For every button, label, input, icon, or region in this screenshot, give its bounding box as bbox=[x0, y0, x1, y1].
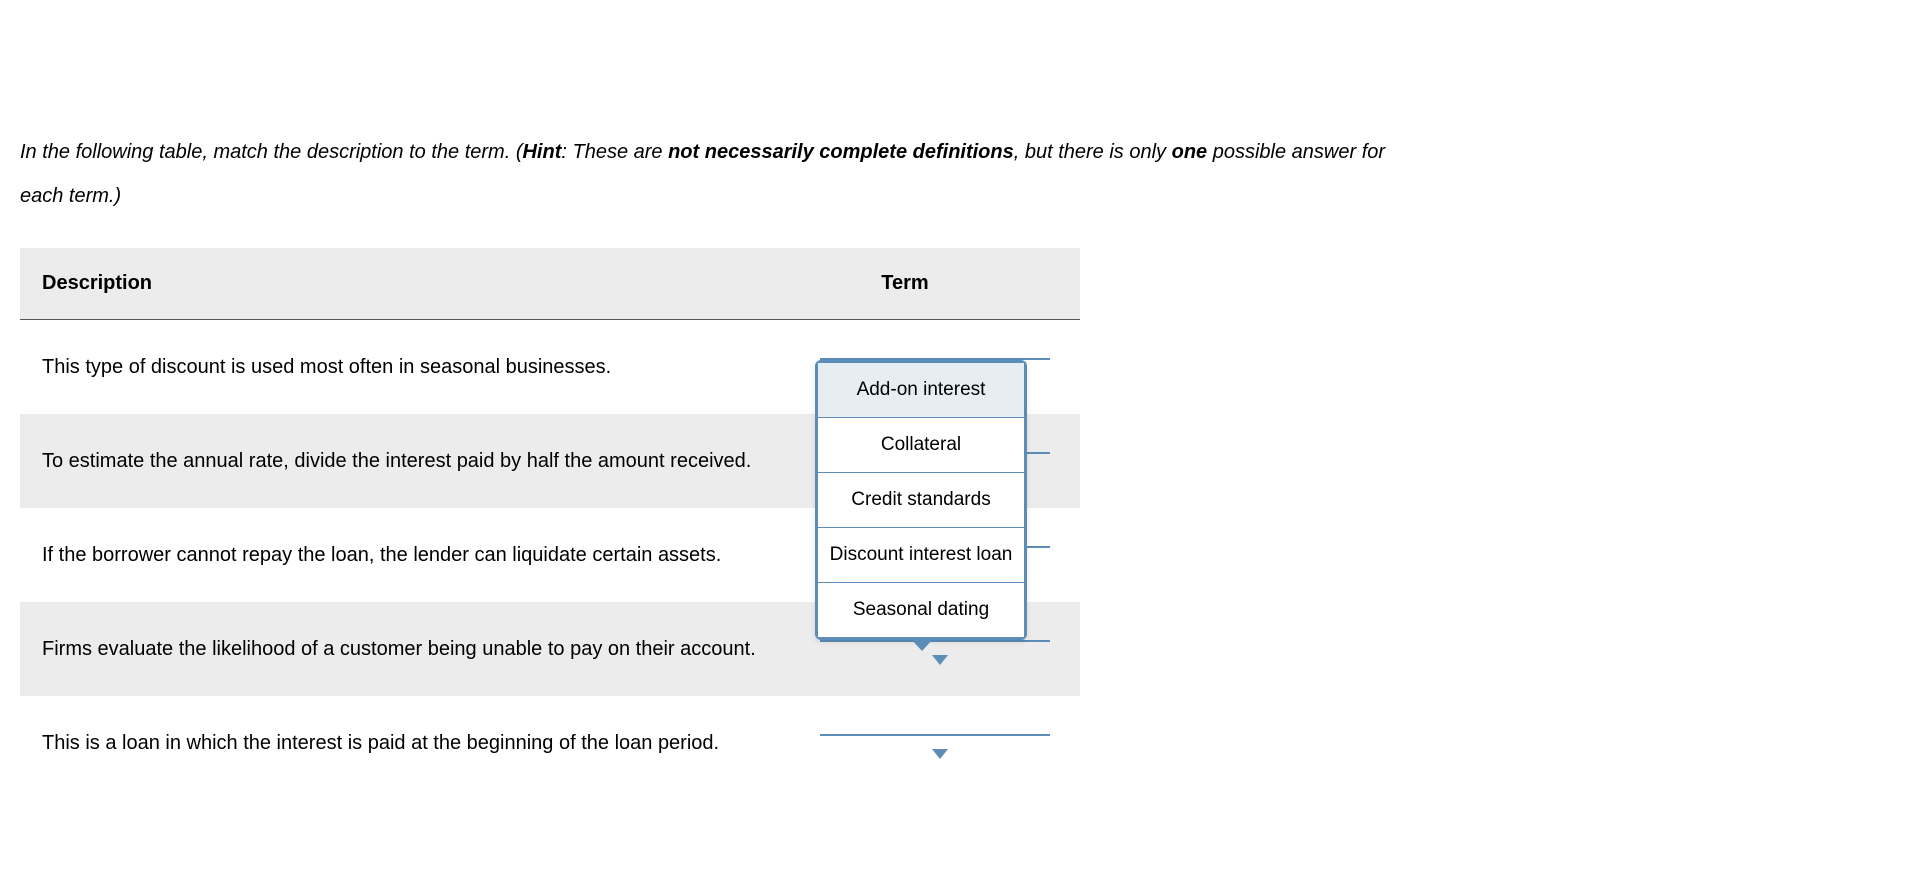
instr-mid2: , but there is only bbox=[1014, 141, 1172, 163]
description-cell: If the borrower cannot repay the loan, t… bbox=[20, 508, 790, 602]
instructions-text: In the following table, match the descri… bbox=[20, 130, 1420, 218]
description-cell: This type of discount is used most often… bbox=[20, 320, 790, 415]
matching-table-wrap: Description Term This type of discount i… bbox=[20, 248, 1080, 790]
header-term: Term bbox=[790, 248, 1080, 320]
page-root: In the following table, match the descri… bbox=[0, 0, 1919, 810]
dropdown-option[interactable]: Add-on interest bbox=[818, 363, 1024, 418]
dropdown-option[interactable]: Seasonal dating bbox=[818, 583, 1024, 637]
dropdown-option[interactable]: Credit standards bbox=[818, 473, 1024, 528]
dropdown-option[interactable]: Collateral bbox=[818, 418, 1024, 473]
description-cell: This is a loan in which the interest is … bbox=[20, 696, 790, 790]
term-dropdown-menu[interactable]: Add-on interest Collateral Credit standa… bbox=[815, 360, 1027, 640]
chevron-down-icon[interactable] bbox=[932, 749, 948, 761]
instr-bold1: not necessarily complete definitions bbox=[668, 141, 1014, 163]
chevron-down-icon[interactable] bbox=[932, 655, 948, 667]
instr-mid1: : These are bbox=[561, 141, 668, 163]
term-select[interactable] bbox=[820, 352, 1050, 360]
instr-bold2: one bbox=[1172, 141, 1208, 163]
instr-pre: In the following table, match the descri… bbox=[20, 141, 522, 163]
instr-hint-label: Hint bbox=[522, 141, 561, 163]
dropdown-option[interactable]: Discount interest loan bbox=[818, 528, 1024, 583]
description-cell: To estimate the annual rate, divide the … bbox=[20, 414, 790, 508]
term-select[interactable] bbox=[820, 728, 1050, 736]
description-cell: Firms evaluate the likelihood of a custo… bbox=[20, 602, 790, 696]
term-cell bbox=[790, 696, 1080, 790]
header-description: Description bbox=[20, 248, 790, 320]
table-row: This is a loan in which the interest is … bbox=[20, 696, 1080, 790]
